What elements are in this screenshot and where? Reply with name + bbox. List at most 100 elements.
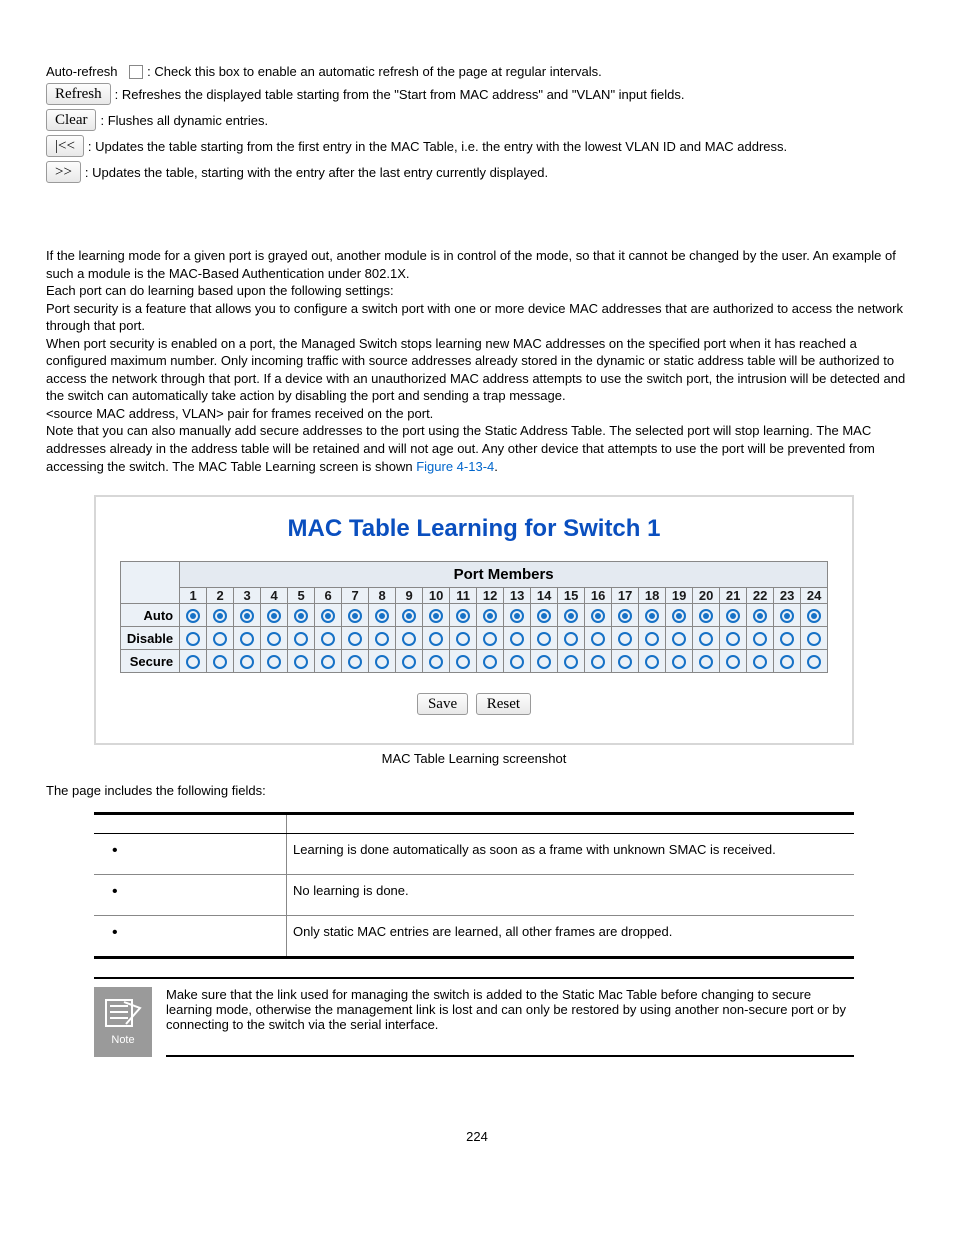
radio-disable-port-21[interactable]	[726, 632, 740, 646]
port-col-10: 10	[423, 588, 450, 604]
radio-disable-port-22[interactable]	[753, 632, 767, 646]
radio-secure-port-5[interactable]	[294, 655, 308, 669]
port-col-21: 21	[720, 588, 747, 604]
field-bullet	[94, 915, 287, 957]
radio-auto-port-14[interactable]	[537, 609, 551, 623]
radio-disable-port-9[interactable]	[402, 632, 416, 646]
radio-auto-port-2[interactable]	[213, 609, 227, 623]
radio-disable-port-14[interactable]	[537, 632, 551, 646]
radio-disable-port-6[interactable]	[321, 632, 335, 646]
radio-secure-port-12[interactable]	[483, 655, 497, 669]
radio-auto-port-8[interactable]	[375, 609, 389, 623]
radio-auto-port-6[interactable]	[321, 609, 335, 623]
next-page-button[interactable]: >>	[46, 161, 81, 183]
refresh-button[interactable]: Refresh	[46, 83, 111, 105]
radio-auto-port-7[interactable]	[348, 609, 362, 623]
radio-disable-port-19[interactable]	[672, 632, 686, 646]
radio-auto-port-10[interactable]	[429, 609, 443, 623]
radio-disable-port-24[interactable]	[807, 632, 821, 646]
radio-secure-port-4[interactable]	[267, 655, 281, 669]
figure-link[interactable]: Figure 4-13-4	[416, 459, 494, 474]
note-icon: Note	[94, 987, 152, 1057]
radio-disable-port-13[interactable]	[510, 632, 524, 646]
mac-table-learning-figure: MAC Table Learning for Switch 1 Port Mem…	[94, 495, 854, 745]
radio-auto-port-19[interactable]	[672, 609, 686, 623]
radio-auto-port-21[interactable]	[726, 609, 740, 623]
radio-secure-port-19[interactable]	[672, 655, 686, 669]
radio-auto-port-12[interactable]	[483, 609, 497, 623]
autorefresh-checkbox[interactable]	[129, 65, 143, 79]
radio-auto-port-20[interactable]	[699, 609, 713, 623]
radio-secure-port-18[interactable]	[645, 655, 659, 669]
figure-caption: MAC Table Learning screenshot	[94, 751, 854, 766]
radio-secure-port-9[interactable]	[402, 655, 416, 669]
port-col-17: 17	[612, 588, 639, 604]
field-desc: No learning is done.	[287, 874, 855, 915]
radio-disable-port-12[interactable]	[483, 632, 497, 646]
radio-auto-port-9[interactable]	[402, 609, 416, 623]
port-col-12: 12	[477, 588, 504, 604]
radio-secure-port-10[interactable]	[429, 655, 443, 669]
radio-secure-port-6[interactable]	[321, 655, 335, 669]
field-desc: Learning is done automatically as soon a…	[287, 833, 855, 874]
radio-disable-port-2[interactable]	[213, 632, 227, 646]
radio-auto-port-4[interactable]	[267, 609, 281, 623]
radio-secure-port-8[interactable]	[375, 655, 389, 669]
port-col-5: 5	[288, 588, 315, 604]
radio-disable-port-23[interactable]	[780, 632, 794, 646]
radio-disable-port-3[interactable]	[240, 632, 254, 646]
first-page-button[interactable]: |<<	[46, 135, 84, 157]
radio-auto-port-16[interactable]	[591, 609, 605, 623]
radio-secure-port-15[interactable]	[564, 655, 578, 669]
radio-secure-port-23[interactable]	[780, 655, 794, 669]
radio-secure-port-21[interactable]	[726, 655, 740, 669]
radio-auto-port-18[interactable]	[645, 609, 659, 623]
radio-secure-port-24[interactable]	[807, 655, 821, 669]
port-col-23: 23	[774, 588, 801, 604]
clear-button[interactable]: Clear	[46, 109, 96, 131]
radio-disable-port-8[interactable]	[375, 632, 389, 646]
radio-auto-port-24[interactable]	[807, 609, 821, 623]
radio-auto-port-5[interactable]	[294, 609, 308, 623]
radio-secure-port-13[interactable]	[510, 655, 524, 669]
radio-secure-port-14[interactable]	[537, 655, 551, 669]
radio-disable-port-16[interactable]	[591, 632, 605, 646]
body-paragraph: If the learning mode for a given port is…	[46, 247, 908, 282]
radio-disable-port-5[interactable]	[294, 632, 308, 646]
radio-secure-port-3[interactable]	[240, 655, 254, 669]
radio-secure-port-22[interactable]	[753, 655, 767, 669]
radio-disable-port-18[interactable]	[645, 632, 659, 646]
radio-secure-port-11[interactable]	[456, 655, 470, 669]
radio-secure-port-17[interactable]	[618, 655, 632, 669]
radio-auto-port-3[interactable]	[240, 609, 254, 623]
radio-secure-port-1[interactable]	[186, 655, 200, 669]
radio-auto-port-17[interactable]	[618, 609, 632, 623]
radio-auto-port-1[interactable]	[186, 609, 200, 623]
radio-secure-port-16[interactable]	[591, 655, 605, 669]
radio-auto-port-13[interactable]	[510, 609, 524, 623]
radio-auto-port-11[interactable]	[456, 609, 470, 623]
radio-disable-port-20[interactable]	[699, 632, 713, 646]
radio-disable-port-7[interactable]	[348, 632, 362, 646]
note-label: Note	[111, 1034, 134, 1046]
page-number: 224	[46, 1129, 908, 1144]
port-col-15: 15	[558, 588, 585, 604]
port-col-11: 11	[450, 588, 477, 604]
radio-secure-port-7[interactable]	[348, 655, 362, 669]
radio-disable-port-4[interactable]	[267, 632, 281, 646]
reset-button[interactable]: Reset	[476, 693, 531, 715]
radio-auto-port-15[interactable]	[564, 609, 578, 623]
note-text: Make sure that the link used for managin…	[166, 987, 854, 1057]
radio-auto-port-23[interactable]	[780, 609, 794, 623]
save-button[interactable]: Save	[417, 693, 468, 715]
radio-secure-port-2[interactable]	[213, 655, 227, 669]
row-label-auto: Auto	[120, 604, 179, 627]
port-col-3: 3	[234, 588, 261, 604]
radio-disable-port-17[interactable]	[618, 632, 632, 646]
radio-disable-port-10[interactable]	[429, 632, 443, 646]
radio-disable-port-1[interactable]	[186, 632, 200, 646]
radio-disable-port-15[interactable]	[564, 632, 578, 646]
radio-secure-port-20[interactable]	[699, 655, 713, 669]
radio-disable-port-11[interactable]	[456, 632, 470, 646]
radio-auto-port-22[interactable]	[753, 609, 767, 623]
